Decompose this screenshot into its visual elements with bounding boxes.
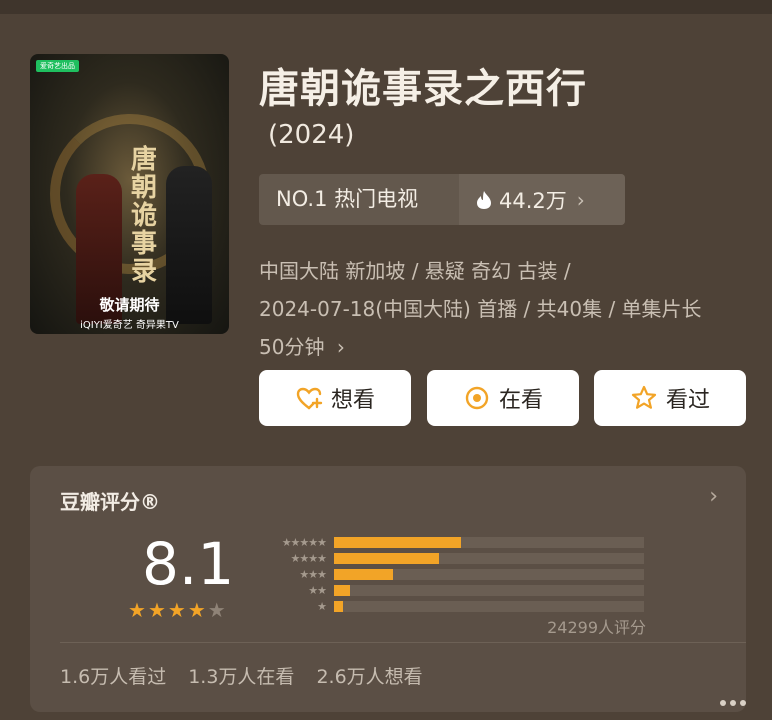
poster-platforms: iQIYI爱奇艺 奇异果TV bbox=[80, 320, 179, 331]
distribution-bar-track bbox=[334, 600, 644, 612]
chevron-right-icon: › bbox=[336, 335, 345, 359]
top-bar bbox=[0, 0, 772, 14]
meta-premiere: 2024-07-18(中国大陆) 首播 / 共40集 / 单集片长 bbox=[259, 297, 702, 321]
distribution-star-label: ★★★★ bbox=[290, 551, 327, 565]
distribution-row: ★ bbox=[258, 598, 644, 614]
chevron-right-icon: › bbox=[576, 187, 585, 212]
stat-watching: 1.3万人在看 bbox=[188, 666, 295, 688]
distribution-bar-track bbox=[334, 568, 644, 580]
watched-label: 看过 bbox=[665, 388, 710, 413]
poster-image[interactable]: 爱奇艺出品 唐朝诡事录 敬请期待 iQIYI爱奇艺 奇异果TV bbox=[30, 54, 229, 334]
distribution-row: ★★ bbox=[258, 582, 644, 598]
poster-coming-soon: 敬请期待 bbox=[99, 296, 160, 314]
heat-value: 44.2万 bbox=[499, 188, 567, 213]
star-outline-icon bbox=[631, 385, 657, 409]
star-filled-icon: ★ bbox=[147, 598, 166, 622]
distribution-bar bbox=[334, 584, 350, 596]
target-icon bbox=[465, 386, 489, 410]
more-options-icon[interactable] bbox=[720, 692, 760, 714]
watch-stats: 1.6万人看过 1.3万人在看 2.6万人想看 bbox=[60, 662, 423, 689]
heat-button[interactable]: 44.2万 › bbox=[459, 174, 625, 225]
rating-card[interactable]: 豆瓣评分® › 8.1 ★ ★ ★ ★ ★ ★★★★★ ★★★★ ★★★ ★★ ★ 24299人… bbox=[30, 466, 746, 712]
page-title: 唐朝诡事录之西行 bbox=[259, 66, 587, 112]
star-filled-icon: ★ bbox=[167, 598, 186, 622]
distribution-star-label: ★★★★★ bbox=[281, 535, 327, 549]
watched-button[interactable]: 看过 bbox=[594, 370, 746, 426]
star-empty-icon: ★ bbox=[207, 598, 226, 622]
rating-distribution: ★★★★★ ★★★★ ★★★ ★★ ★ bbox=[258, 534, 644, 614]
rating-title: 豆瓣评分® bbox=[60, 490, 160, 514]
distribution-row: ★★★★★ bbox=[258, 534, 644, 550]
distribution-bar bbox=[334, 600, 344, 612]
distribution-bar-track bbox=[334, 552, 644, 564]
rank-label: NO.1 热门电视 bbox=[276, 187, 419, 211]
rating-score: 8.1 bbox=[142, 530, 235, 598]
show-meta: 中国大陆 新加坡 / 悬疑 奇幻 古装 / 2024-07-18(中国大陆) 首… bbox=[259, 252, 759, 366]
distribution-bar bbox=[334, 552, 440, 564]
stat-watched: 1.6万人看过 bbox=[60, 666, 167, 688]
want-label: 想看 bbox=[330, 388, 375, 413]
poster-tag: 爱奇艺出品 bbox=[36, 60, 79, 72]
card-divider bbox=[60, 642, 746, 643]
meta-duration: 50分钟 bbox=[259, 335, 325, 359]
star-filled-icon: ★ bbox=[128, 598, 146, 622]
meta-duration-link[interactable]: 50分钟 › bbox=[259, 328, 759, 366]
rating-count: 24299人评分 bbox=[547, 618, 646, 637]
distribution-row: ★★★ bbox=[258, 566, 644, 582]
want-button[interactable]: 想看 bbox=[259, 370, 411, 426]
distribution-bar bbox=[334, 536, 462, 548]
star-filled-icon: ★ bbox=[187, 598, 206, 622]
poster-calligraphy: 唐朝诡事录 bbox=[130, 145, 157, 287]
distribution-bar bbox=[334, 568, 393, 580]
release-year: (2024) bbox=[268, 120, 355, 150]
chevron-right-icon[interactable]: › bbox=[709, 484, 718, 509]
rank-badge[interactable]: NO.1 热门电视 44.2万 › bbox=[259, 174, 625, 225]
heart-plus-icon bbox=[296, 387, 323, 410]
meta-region-genre: 中国大陆 新加坡 / 悬疑 奇幻 古装 / bbox=[259, 259, 571, 283]
rating-stars: ★ ★ ★ ★ ★ bbox=[128, 600, 226, 620]
watching-button[interactable]: 在看 bbox=[427, 370, 579, 426]
distribution-bar-track bbox=[334, 584, 644, 596]
flame-icon bbox=[477, 190, 491, 209]
distribution-row: ★★★★ bbox=[258, 550, 644, 566]
watching-label: 在看 bbox=[498, 388, 543, 413]
distribution-bar-track bbox=[334, 536, 644, 548]
distribution-star-label: ★ bbox=[317, 599, 327, 613]
stat-want: 2.6万人想看 bbox=[316, 666, 423, 688]
distribution-star-label: ★★★ bbox=[299, 567, 327, 581]
distribution-star-label: ★★ bbox=[308, 583, 327, 597]
